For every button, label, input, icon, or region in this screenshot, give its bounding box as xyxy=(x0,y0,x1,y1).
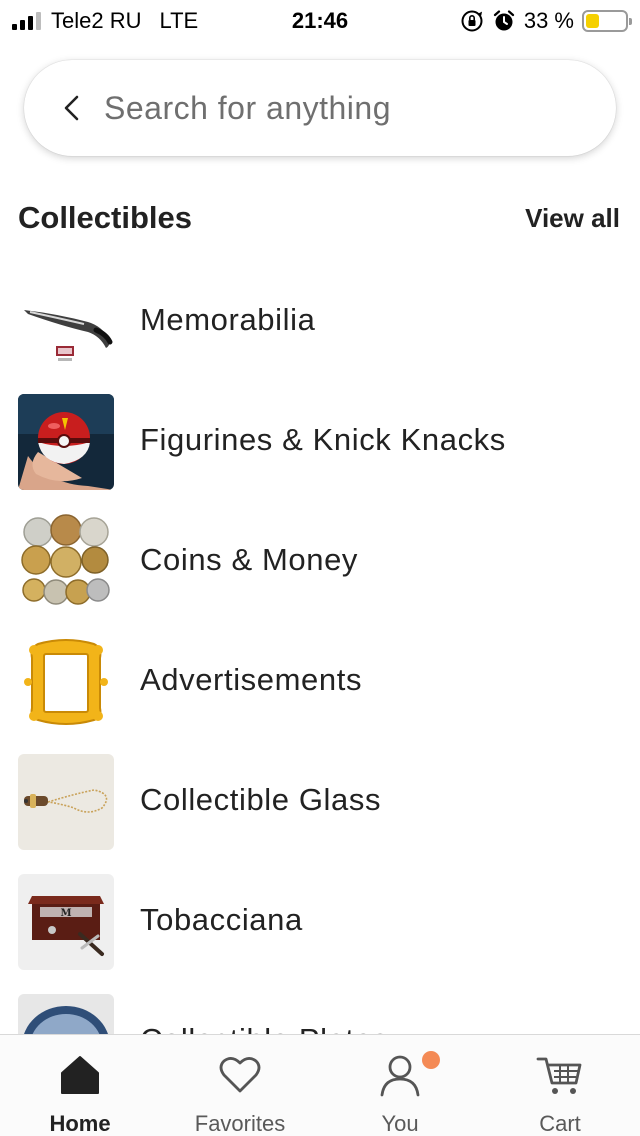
home-icon xyxy=(61,1056,99,1094)
alarm-icon xyxy=(493,10,514,31)
nav-home[interactable]: Home xyxy=(0,1035,160,1136)
category-label: Tobacciana xyxy=(140,902,303,937)
notification-badge xyxy=(422,1051,440,1069)
category-item-advertisements[interactable]: Advertisements xyxy=(0,622,640,742)
memorabilia-knife-image xyxy=(18,274,114,370)
search-input[interactable] xyxy=(104,89,564,127)
category-label: Figurines & Knick Knacks xyxy=(140,422,506,457)
category-item-coins[interactable]: Coins & Money xyxy=(0,502,640,622)
battery-icon xyxy=(582,10,632,32)
category-label: Collectible Plates xyxy=(140,1022,389,1034)
category-label: Collectible Glass xyxy=(140,782,382,817)
nav-you[interactable]: You xyxy=(320,1035,480,1136)
yellow-frame-image xyxy=(18,634,114,730)
status-bar: Tele2 RU LTE 21:46 33 % xyxy=(0,0,640,40)
nav-cart[interactable]: Cart xyxy=(480,1035,640,1136)
cart-icon xyxy=(536,1057,582,1094)
nav-cart-label: Cart xyxy=(539,1111,581,1136)
heart-icon xyxy=(219,1057,261,1093)
coins-image xyxy=(18,514,114,610)
category-label: Coins & Money xyxy=(140,542,359,577)
view-all-link[interactable]: View all xyxy=(525,203,620,234)
user-icon xyxy=(380,1055,420,1097)
nav-favorites[interactable]: Favorites xyxy=(160,1035,320,1136)
category-label: Advertisements xyxy=(140,662,363,697)
bottom-nav: Home Favorites You Cart xyxy=(0,1034,640,1136)
category-item-figurines[interactable]: Figurines & Knick Knacks xyxy=(0,382,640,502)
nav-favorites-label: Favorites xyxy=(194,1111,286,1136)
glass-pendant-image xyxy=(18,754,114,850)
category-item-glass[interactable]: Collectible Glass xyxy=(0,742,640,862)
back-arrow-icon[interactable] xyxy=(60,93,84,123)
category-item-tobacciana[interactable]: M Tobacciana xyxy=(0,862,640,982)
status-right: 33 % xyxy=(460,8,632,34)
nav-you-label: You xyxy=(381,1111,419,1136)
rotation-lock-icon xyxy=(461,10,483,32)
category-item-memorabilia[interactable]: Memorabilia xyxy=(0,262,640,382)
plate-image xyxy=(18,994,114,1034)
category-item-plates[interactable]: Collectible Plates xyxy=(0,982,640,1034)
search-bar xyxy=(24,60,616,156)
svg-text:M: M xyxy=(60,908,71,919)
section-title: Collectibles xyxy=(18,200,192,235)
battery-percent: 33 % xyxy=(523,8,574,33)
humidor-image: M xyxy=(18,874,114,970)
battery-level xyxy=(586,14,599,28)
nav-home-label: Home xyxy=(49,1111,111,1136)
app-screen: Tele2 RU LTE 21:46 33 % Search for anyth… xyxy=(0,0,640,1136)
figurine-ball-image xyxy=(18,394,114,490)
category-label: Memorabilia xyxy=(140,302,316,337)
category-list: Memorabilia Figurines & Knick Knacks Coi… xyxy=(0,262,640,1034)
